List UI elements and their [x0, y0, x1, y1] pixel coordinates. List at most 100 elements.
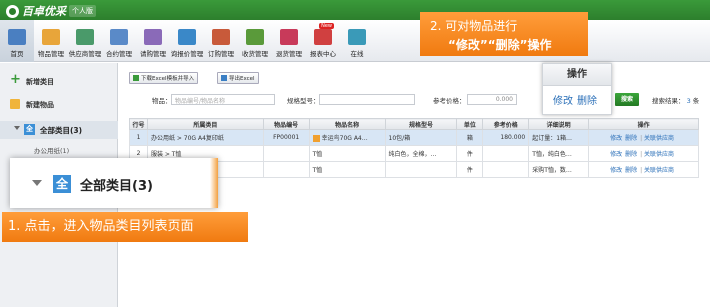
cell-desc: 起订量：1箱…	[528, 129, 590, 146]
toolbar-item-0[interactable]: 首页	[0, 20, 34, 62]
toolbar-item-1[interactable]: 物品管理	[34, 20, 68, 62]
cell-spec: 10包/箱	[384, 129, 458, 146]
tree-root-label: 全部类目(3)	[40, 126, 83, 135]
toolbar-item-7[interactable]: 收货管理	[238, 20, 272, 62]
search-result-label: 搜索结果： 3 条	[652, 97, 700, 105]
main-toolbar: 首页 物品管理 供应商管理 合约管理 请购管理 询报价管理 订购管理 收货管理 退货管理 New 报…	[0, 20, 710, 62]
edit-link[interactable]: 修改	[610, 167, 622, 174]
export-icon	[221, 75, 227, 81]
zoomed-op-header: 操作	[543, 64, 611, 86]
column-header: 详细说明	[528, 118, 590, 130]
cell-operations: 修改 删除 | 关联供应商	[588, 129, 699, 146]
toolbar-item-label: 报表中心	[310, 50, 336, 58]
spec-filter-label: 规格型号：	[287, 97, 320, 105]
toolbar-item-8[interactable]: 退货管理	[272, 20, 306, 62]
zoomed-delete-link[interactable]: 删除	[577, 92, 597, 107]
cell-name[interactable]: T恤	[308, 161, 386, 178]
cell-no: 1	[129, 129, 148, 146]
zoomed-tree-label: 全部类目(3)	[80, 179, 153, 194]
cell-unit: 件	[456, 161, 484, 178]
import-excel-button[interactable]: 下载Excel模板并导入	[129, 72, 199, 84]
toolbar-item-10[interactable]: 在线	[340, 20, 374, 62]
plus-icon[interactable]: +	[10, 73, 21, 86]
item-thumbnail-icon	[312, 135, 320, 142]
cell-price	[482, 161, 530, 178]
zoomed-tree-root: 全 全部类目(3)	[10, 158, 218, 208]
edit-link[interactable]: 修改	[610, 135, 622, 142]
cell-desc: 采购T恤，数…	[528, 161, 590, 178]
folder-icon[interactable]	[10, 99, 20, 109]
toolbar-item-label: 请购管理	[140, 50, 166, 58]
delete-link[interactable]: 删除	[625, 135, 637, 142]
column-header: 操作	[588, 118, 699, 130]
toolbar-item-label: 合约管理	[106, 50, 132, 58]
tree-root-all-categories[interactable]: 全 全部类目(3)	[0, 121, 118, 139]
toolbar-item-label: 退货管理	[276, 50, 302, 58]
edit-link[interactable]: 修改	[610, 151, 622, 158]
toolbar-item-9[interactable]: New 报表中心	[306, 20, 340, 62]
result-count: 3	[686, 97, 691, 105]
cell-operations: 修改 删除 | 关联供应商	[588, 145, 699, 162]
link-supplier-link[interactable]: 关联供应商	[644, 135, 674, 142]
price-filter-label: 参考价格：	[433, 97, 466, 105]
column-header: 物品名称	[308, 118, 386, 130]
receive-icon	[246, 29, 264, 45]
cell-category: 办公用纸 > 70G A4复印纸	[146, 129, 264, 146]
toolbar-item-6[interactable]: 订购管理	[204, 20, 238, 62]
toolbar-item-label: 供应商管理	[68, 50, 102, 58]
cell-code	[262, 145, 310, 162]
annotation-edit-delete: 2. 可对物品进行 “修改”“删除”操作	[420, 12, 588, 56]
return-icon	[280, 29, 298, 45]
cell-name[interactable]: T恤	[308, 145, 386, 162]
new-badge: New	[319, 23, 334, 29]
column-header: 所属类目	[146, 118, 264, 130]
app-header: 百卓优采 个人版	[0, 0, 710, 20]
cell-name[interactable]: 幸运鸟70G A4…	[308, 129, 386, 146]
contract-icon	[110, 29, 128, 45]
item-search-input[interactable]: 物品编号/物品名称	[171, 94, 275, 105]
delete-link[interactable]: 删除	[625, 167, 637, 174]
cell-code: FP00001	[262, 129, 310, 146]
link-supplier-link[interactable]: 关联供应商	[644, 167, 674, 174]
search-button[interactable]: 搜索	[615, 93, 639, 106]
column-header: 行号	[129, 118, 148, 130]
excel-icon	[133, 75, 139, 81]
zoomed-edit-link[interactable]: 修改	[553, 92, 573, 107]
price-from-input[interactable]: 0.000	[467, 94, 517, 105]
table-row[interactable]: 1 办公用纸 > 70G A4复印纸 FP00001 幸运鸟70G A4… 10包/箱箱…	[129, 129, 699, 146]
cell-spec: 纯白色，全棉，…	[384, 145, 458, 162]
add-item-link[interactable]: 新建物品	[26, 100, 54, 110]
chevron-down-icon[interactable]	[14, 126, 20, 130]
export-excel-button[interactable]: 导出Excel	[217, 72, 259, 84]
supplier-icon	[76, 29, 94, 45]
tree-child-office-paper[interactable]: 办公用纸(1)	[34, 145, 69, 155]
category-icon: 全	[24, 124, 35, 135]
add-category-link[interactable]: 新增类目	[26, 77, 54, 87]
link-supplier-link[interactable]: 关联供应商	[644, 151, 674, 158]
annotation-click-category: 1. 点击，进入物品类目列表页面	[2, 212, 248, 242]
toolbar-item-3[interactable]: 合约管理	[102, 20, 136, 62]
home-icon	[8, 29, 26, 45]
chevron-down-icon	[32, 180, 42, 186]
column-header: 单位	[456, 118, 484, 130]
toolbar-item-5[interactable]: 询报价管理	[170, 20, 204, 62]
toolbar-item-label: 订购管理	[208, 50, 234, 58]
column-header: 物品编号	[262, 118, 310, 130]
app-name: 百卓优采	[22, 5, 66, 18]
request-icon	[144, 29, 162, 45]
logo-icon	[6, 4, 19, 18]
cell-operations: 修改 删除 | 关联供应商	[588, 161, 699, 178]
app-logo[interactable]: 百卓优采 个人版	[6, 3, 96, 19]
toolbar-item-label: 首页	[10, 50, 24, 58]
column-header: 参考价格	[482, 118, 530, 130]
online-icon	[348, 29, 366, 45]
cell-code	[262, 161, 310, 178]
toolbar-item-4[interactable]: 请购管理	[136, 20, 170, 62]
spec-search-input[interactable]	[319, 94, 415, 105]
column-header: 规格型号	[384, 118, 458, 130]
zoomed-operation-column: 操作 修改 删除	[542, 63, 612, 115]
category-icon: 全	[53, 175, 71, 193]
cell-price: 180.000	[482, 129, 530, 146]
delete-link[interactable]: 删除	[625, 151, 637, 158]
toolbar-item-2[interactable]: 供应商管理	[68, 20, 102, 62]
